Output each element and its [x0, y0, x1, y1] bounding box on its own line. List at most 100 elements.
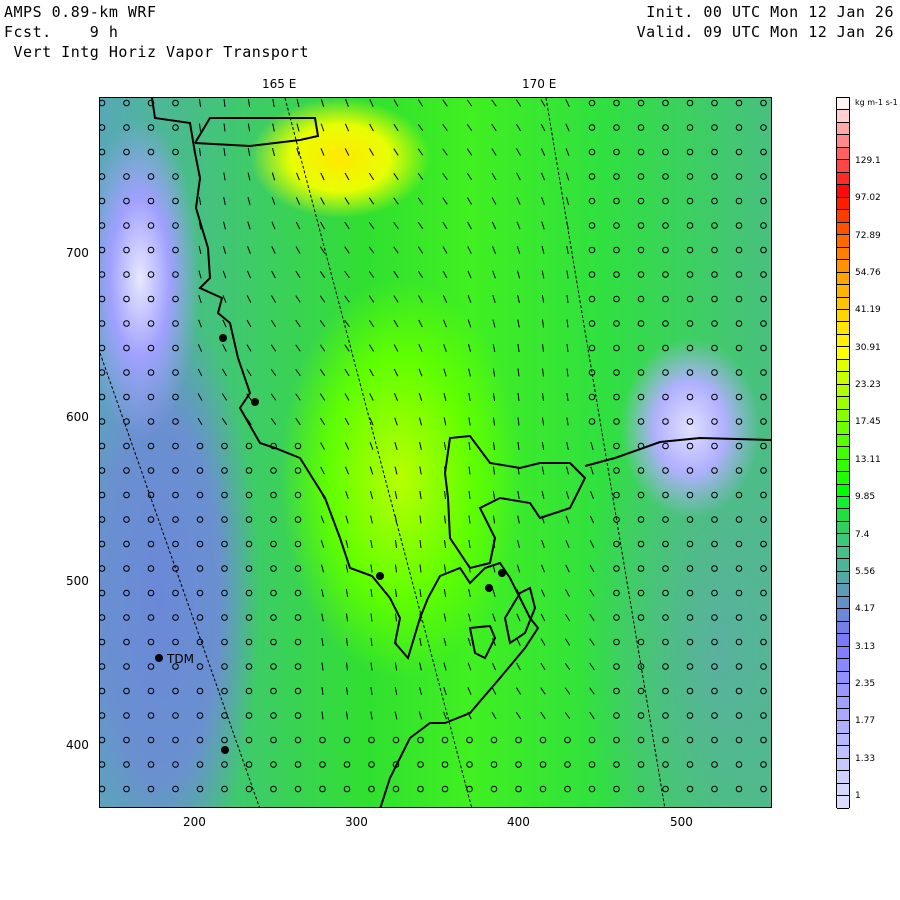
- colorbar: [836, 97, 850, 809]
- calm-marker: [686, 565, 694, 572]
- calm-marker: [760, 418, 767, 425]
- wind-vector: [541, 172, 545, 181]
- wind-vector: [491, 662, 497, 671]
- wind-vector: [272, 147, 275, 157]
- wind-vector: [197, 344, 203, 352]
- wind-vector: [369, 368, 374, 377]
- wind-vector: [394, 417, 398, 426]
- calm-marker: [760, 467, 767, 474]
- calm-marker: [662, 148, 669, 156]
- colorbar-label: 9.85: [855, 492, 876, 503]
- wind-vector: [417, 197, 424, 205]
- wind-vector: [540, 662, 546, 671]
- calm-marker: [245, 712, 253, 719]
- calm-marker: [172, 761, 179, 768]
- wind-vector: [369, 491, 374, 499]
- calm-marker: [294, 467, 302, 474]
- wind-vector: [368, 344, 375, 352]
- wind-vector: [295, 344, 301, 352]
- wind-vector: [565, 172, 570, 181]
- wind-vector: [541, 417, 545, 426]
- wind-vector: [468, 613, 471, 622]
- wind-vector: [443, 441, 447, 451]
- calm-marker: [343, 761, 351, 768]
- calm-marker: [100, 589, 106, 597]
- wind-vector: [320, 197, 325, 205]
- calm-marker: [245, 491, 253, 499]
- wind-vector: [566, 343, 569, 353]
- calm-marker: [294, 785, 302, 793]
- wind-vector: [442, 246, 448, 254]
- colorbar-segment: [837, 534, 849, 547]
- colorbar-segment: [837, 135, 849, 148]
- calm-marker: [294, 614, 302, 621]
- wind-vector: [541, 490, 545, 500]
- colorbar-segment: [837, 609, 849, 622]
- calm-marker: [515, 785, 522, 793]
- wind-vector: [223, 221, 226, 230]
- calm-marker: [172, 271, 179, 278]
- wind-vector: [344, 344, 350, 352]
- wind-vector: [442, 148, 448, 156]
- wind-vector: [541, 270, 545, 279]
- calm-marker: [760, 589, 767, 597]
- wind-vector: [270, 393, 277, 401]
- colorbar-segment: [837, 147, 849, 161]
- calm-marker: [686, 663, 694, 670]
- wind-vector: [443, 392, 447, 402]
- wind-vector: [419, 564, 422, 573]
- wind-vector: [370, 539, 373, 549]
- colorbar-label: 30.91: [855, 342, 881, 353]
- calm-marker: [637, 124, 645, 131]
- calm-marker: [686, 638, 694, 646]
- calm-marker: [588, 99, 596, 107]
- wind-vector: [443, 344, 447, 352]
- calm-marker: [123, 516, 130, 523]
- wind-vector: [320, 123, 325, 132]
- wind-vector: [223, 147, 226, 157]
- wind-vector: [444, 515, 446, 524]
- wind-vector: [540, 589, 546, 597]
- colorbar-segment: [837, 285, 849, 298]
- calm-marker: [564, 785, 571, 793]
- calm-marker: [711, 785, 718, 793]
- calm-marker: [588, 761, 596, 768]
- wind-vector: [516, 270, 521, 279]
- wind-vector: [271, 172, 276, 181]
- colorbar-label: 129.1: [855, 156, 881, 166]
- valid-time: Valid. 09 UTC Mon 12 Jan 26: [636, 23, 894, 41]
- calm-marker: [613, 344, 620, 352]
- calm-marker: [100, 222, 106, 229]
- calm-marker: [588, 785, 596, 793]
- wind-vector: [320, 148, 325, 156]
- wind-vector: [491, 148, 497, 156]
- calm-marker: [613, 687, 620, 695]
- wind-vector: [540, 99, 546, 107]
- wind-vector: [493, 441, 495, 451]
- calm-marker: [196, 785, 204, 793]
- calm-marker: [686, 369, 694, 376]
- calm-marker: [711, 344, 718, 352]
- calm-marker: [466, 761, 473, 768]
- calm-marker: [221, 540, 228, 548]
- wind-vector: [370, 686, 373, 696]
- wind-vector: [517, 490, 520, 500]
- wind-vector: [319, 246, 326, 254]
- calm-marker: [686, 148, 694, 156]
- colorbar-segment: [837, 584, 849, 597]
- calm-marker: [637, 148, 645, 156]
- calm-marker: [637, 99, 645, 107]
- calm-marker: [196, 712, 204, 719]
- wind-vector: [516, 687, 521, 695]
- calm-marker: [613, 614, 620, 621]
- wind-vector: [516, 221, 521, 230]
- ice-shelf-edge: [443, 434, 587, 570]
- calm-marker: [270, 516, 277, 523]
- calm-marker: [245, 540, 253, 548]
- calm-marker: [735, 246, 743, 254]
- calm-marker: [100, 491, 106, 499]
- wind-vector: [515, 711, 522, 720]
- calm-marker: [172, 540, 179, 548]
- wind-vector: [321, 637, 324, 647]
- calm-marker: [711, 173, 718, 180]
